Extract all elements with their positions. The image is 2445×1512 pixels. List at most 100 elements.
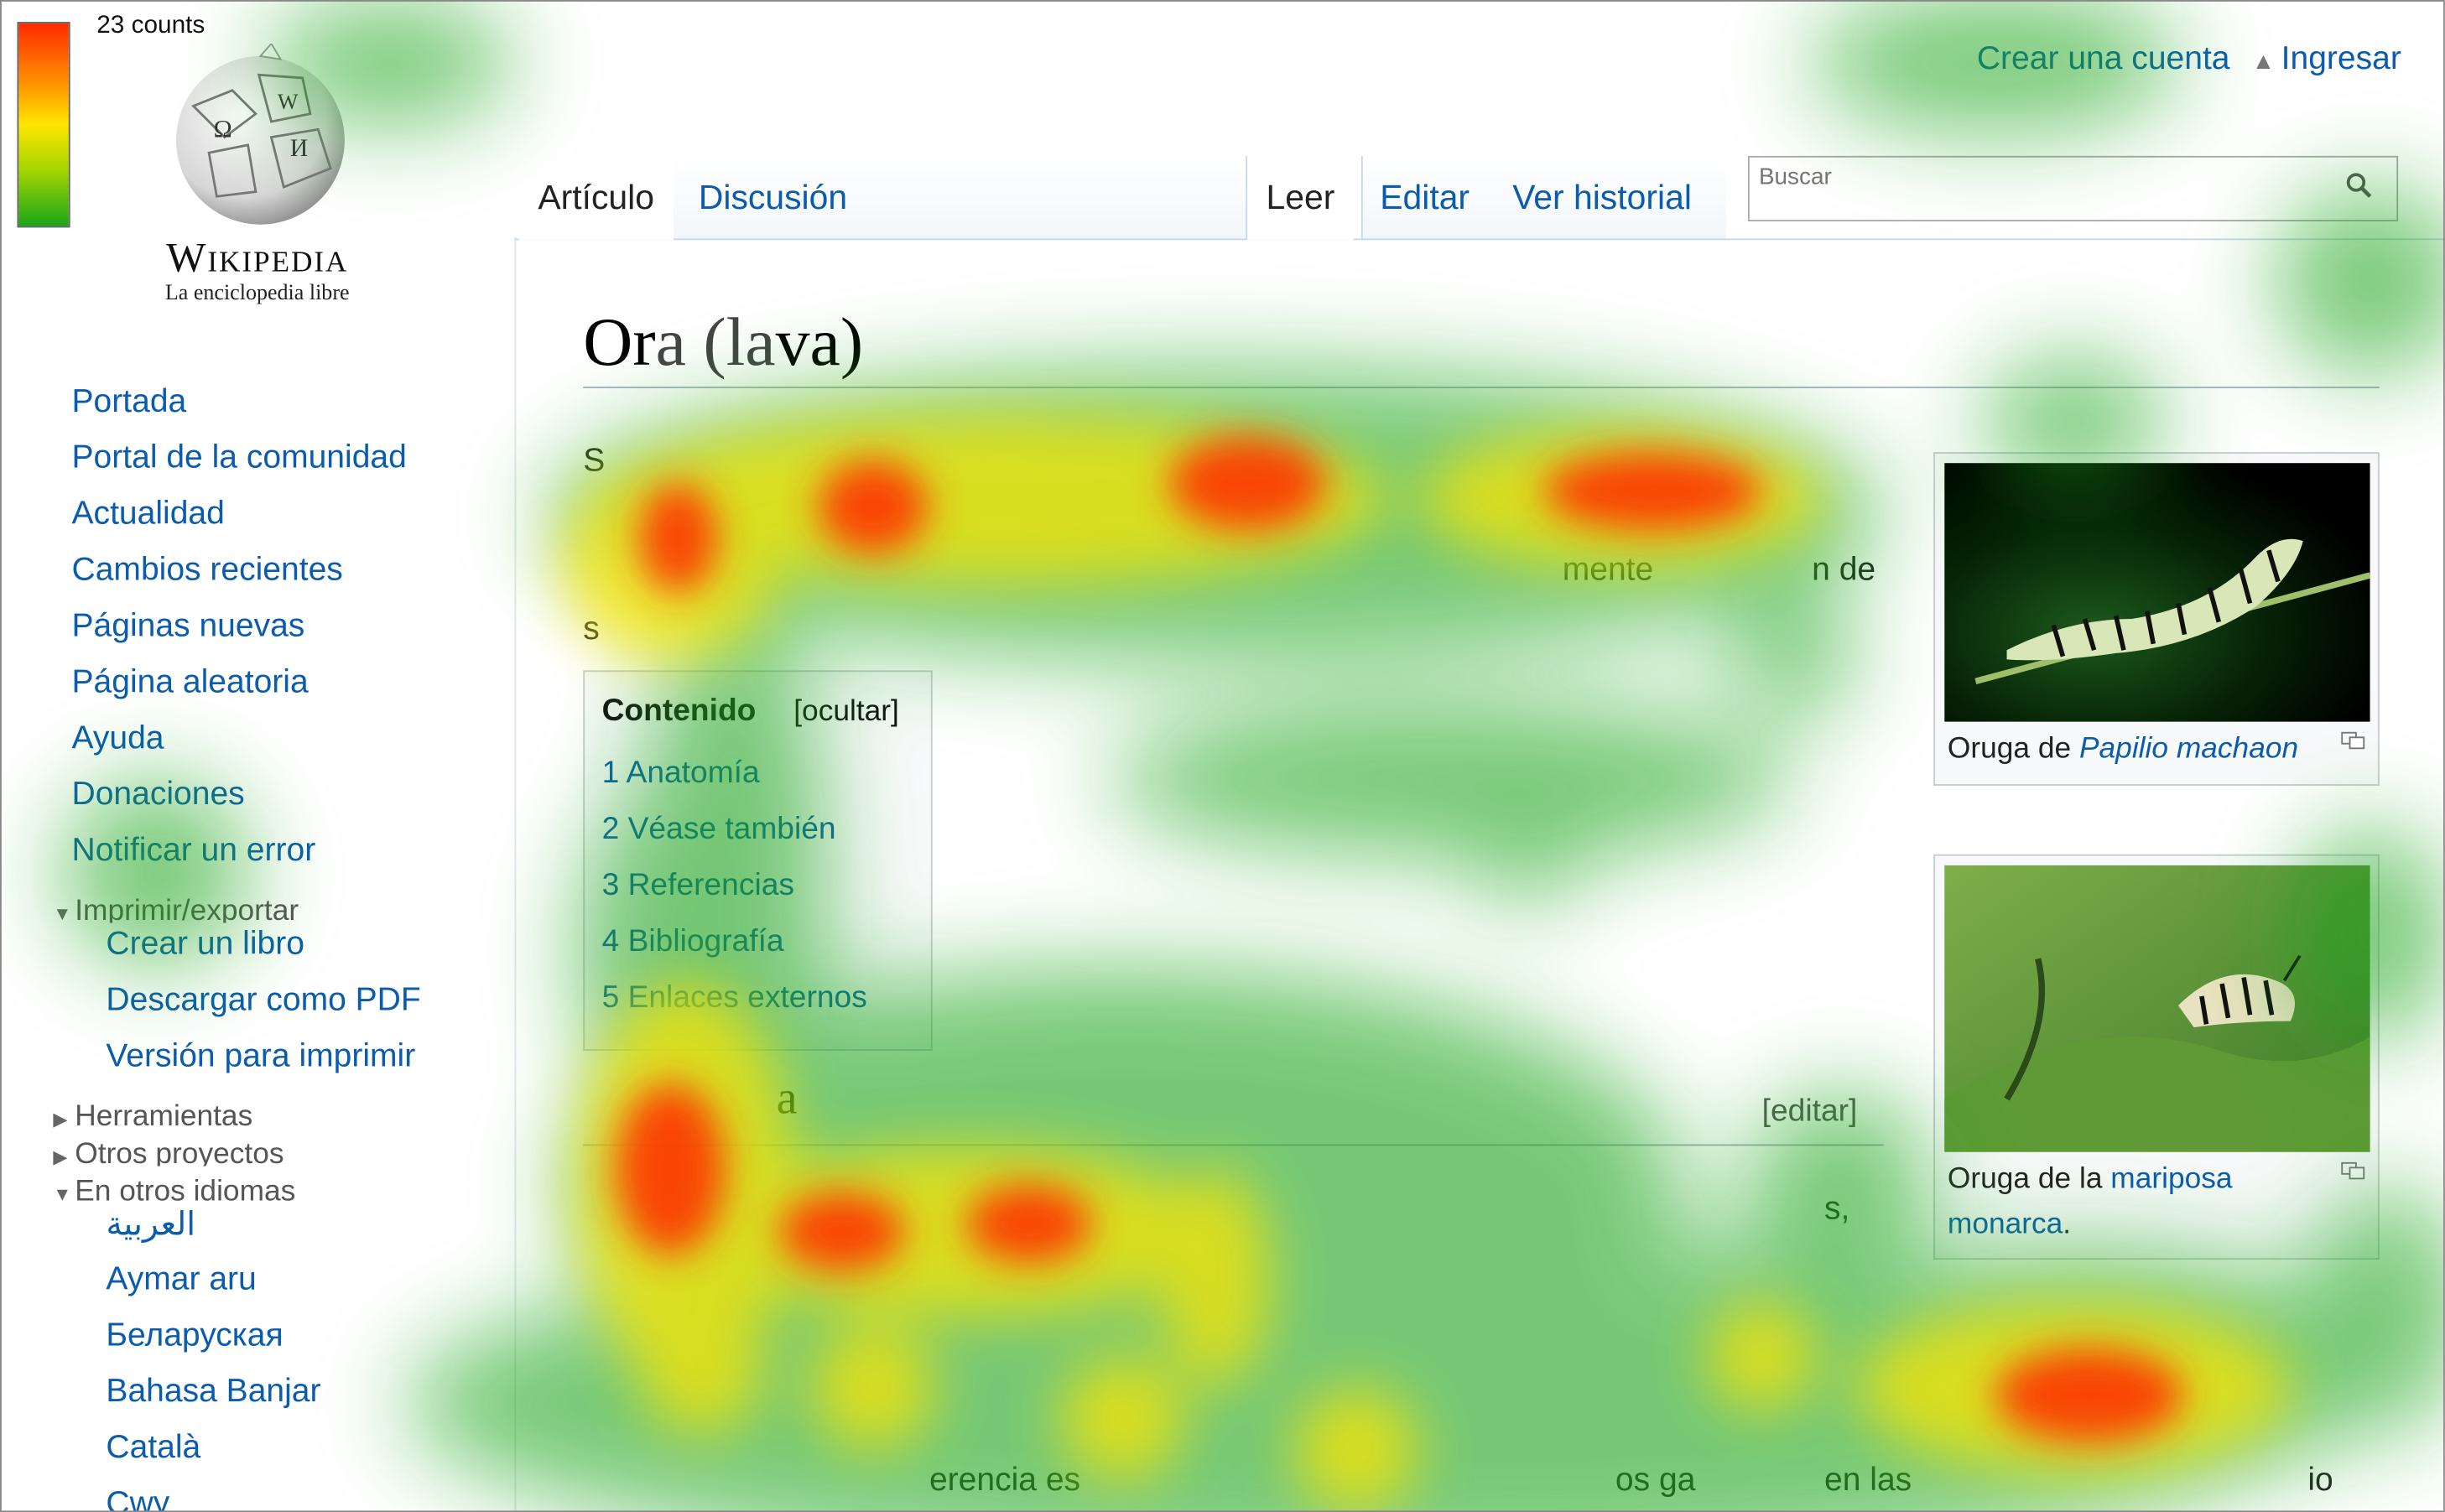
body-text-fragment: s, [1824, 1191, 1850, 1228]
sidebar-section-label: Imprimir/exportar [75, 895, 299, 923]
language-link-chuvash[interactable]: Cwy [106, 1486, 169, 1512]
search-input[interactable] [1756, 162, 2323, 192]
sidebar-section-label: Otros proyectos [75, 1138, 284, 1166]
heat-low-blob [545, 366, 1887, 663]
table-of-contents: Contenido [ocultar] 1 Anatomía 2 Véase t… [583, 670, 933, 1051]
tab-discusion[interactable]: Discusión [680, 156, 866, 240]
heat-mid-blob [1855, 1302, 2292, 1473]
language-link-aymara[interactable]: Aymar aru [106, 1261, 256, 1299]
heat-low-blob [1465, 779, 1591, 905]
heat-high-blob [779, 1192, 905, 1271]
heat-high-blob [1169, 436, 1326, 531]
sidebar-item-crear-libro[interactable]: Crear un libro [106, 926, 304, 964]
create-account-link[interactable]: Crear una cuenta [1977, 40, 2230, 76]
thumbnail-monarca: Oruga de la mariposa monarca. [1933, 854, 2380, 1260]
caption-text: . [2063, 1208, 2072, 1241]
enlarge-icon[interactable] [2340, 1161, 2365, 1180]
thumbnail-papilio: Oruga de Papilio machaon [1933, 452, 2380, 786]
caption-link-papilio[interactable]: Papilio machaon [2079, 733, 2298, 766]
sidebar-item-version-imprimir[interactable]: Versión para imprimir [106, 1038, 415, 1076]
caption-text: Oruga de la [1947, 1162, 2111, 1196]
sidebar-item-donaciones[interactable]: Donaciones [72, 777, 245, 814]
language-link-catalan[interactable]: Català [106, 1430, 200, 1468]
wikipedia-wordmark: Wikipedia [166, 233, 349, 281]
language-link-banjar[interactable]: Bahasa Banjar [106, 1374, 320, 1411]
body-text-fragment: en las [1824, 1462, 1912, 1499]
thumbnail-caption: Oruga de Papilio machaon [1948, 726, 2298, 772]
heat-mid-blob [1161, 1169, 1272, 1388]
search-icon[interactable] [2344, 170, 2375, 201]
section-edit-link[interactable]: [editar] [1762, 1094, 1858, 1130]
toc-item[interactable]: 1 Anatomía [602, 756, 760, 792]
caption-text: Oruga de [1947, 732, 2079, 766]
sidebar-section-tools[interactable]: ▶ Herramientas [53, 1100, 252, 1128]
wikipedia-tagline: La enciclopedia libre [164, 282, 350, 306]
title-rule [583, 387, 2380, 388]
sidebar-item-portada[interactable]: Portada [72, 383, 187, 421]
login-link[interactable]: Ingresar [2281, 40, 2401, 76]
page-title-fragment: va) [775, 304, 864, 381]
language-link-arabic[interactable]: العربية [106, 1205, 195, 1244]
enlarge-icon[interactable] [2340, 731, 2365, 750]
svg-text:W: W [278, 90, 299, 114]
section-heading-anatomia: a [776, 1072, 798, 1125]
heat-mid-blob [608, 413, 1388, 585]
intro-text-fragment: s [583, 611, 600, 647]
heat-low-blob [1106, 701, 1793, 858]
toc-item[interactable]: 4 Bibliografía [602, 924, 784, 960]
tab-ver-historial[interactable]: Ver historial [1494, 156, 1710, 240]
wikipedia-globe-logo[interactable]: Ω W И [162, 44, 358, 227]
thumbnail-caption: Oruga de la mariposa monarca. [1948, 1156, 2307, 1247]
sidebar-item-portal-comunidad[interactable]: Portal de la comunidad [72, 439, 407, 477]
body-text-fragment: io [2307, 1462, 2333, 1499]
sidebar-item-cambios-recientes[interactable]: Cambios recientes [72, 552, 343, 590]
sidebar-section-label: En otros idiomas [75, 1175, 296, 1204]
section-rule [583, 1144, 1884, 1146]
body-text-fragment: os ga [1615, 1462, 1696, 1499]
sidebar-item-actualidad[interactable]: Actualidad [72, 496, 225, 533]
heat-high-blob [966, 1184, 1092, 1263]
toc-item[interactable]: 5 Enlaces externos [602, 980, 867, 1016]
toc-item[interactable]: 3 Referencias [602, 868, 794, 904]
language-link-belarusian[interactable]: Беларуская [106, 1317, 283, 1355]
toc-item[interactable]: 2 Véase también [602, 813, 836, 849]
heatmap-legend-label: 23 counts [96, 12, 205, 39]
heat-mid-blob [810, 1325, 936, 1450]
heat-mid-blob [1293, 1387, 1419, 1512]
monarch-caterpillar-photo[interactable] [1944, 865, 2370, 1152]
heat-low-blob [1761, 1247, 2386, 1497]
heat-high-blob [1995, 1348, 2183, 1442]
svg-text:И: И [290, 134, 308, 162]
toc-toggle-link[interactable]: [ocultar] [793, 695, 899, 730]
sidebar-item-pagina-aleatoria[interactable]: Página aleatoria [72, 664, 309, 702]
sidebar-section-other-projects[interactable]: ▶ Otros proyectos [53, 1138, 284, 1166]
heat-mid-blob [717, 1146, 1217, 1317]
tab-leer[interactable]: Leer [1247, 155, 1354, 241]
sidebar-item-notificar-error[interactable]: Notificar un error [72, 833, 316, 870]
body-text-fragment: erencia es [929, 1462, 1081, 1499]
caterpillar-photo[interactable] [1944, 463, 2370, 722]
chevron-right-icon: ▶ [53, 1146, 68, 1166]
tab-editar[interactable]: Editar [1361, 156, 1488, 240]
intro-text-fragment: S [583, 442, 606, 479]
page-title-fragment: Or [583, 304, 656, 381]
sidebar-section-print-export[interactable]: ▼ Imprimir/exportar [53, 895, 299, 922]
sidebar-item-paginas-nuevas[interactable]: Páginas nuevas [72, 608, 305, 646]
heat-mid-blob [1418, 429, 1825, 569]
search-box [1747, 155, 2399, 221]
toc-title: Contenido [601, 694, 757, 729]
svg-text:Ω: Ω [214, 116, 232, 143]
heat-high-blob [616, 1083, 726, 1255]
heat-low-blob [1730, 592, 1856, 718]
tab-articulo[interactable]: Artículo [519, 155, 674, 241]
sidebar-section-languages[interactable]: ▼ En otros idiomas [53, 1176, 295, 1203]
intro-text-fragment: n de [1812, 552, 1876, 588]
heat-high-blob [639, 483, 718, 593]
sidebar-item-ayuda[interactable]: Ayuda [72, 720, 164, 758]
heat-low-blob [405, 1231, 2339, 1512]
heat-high-blob [1543, 452, 1762, 531]
intro-text-fragment: mente [1562, 552, 1654, 588]
sidebar-section-label: Herramientas [75, 1100, 253, 1129]
sidebar-item-descargar-pdf[interactable]: Descargar como PDF [106, 982, 420, 1020]
page-title-fragment: a (la [655, 304, 776, 381]
